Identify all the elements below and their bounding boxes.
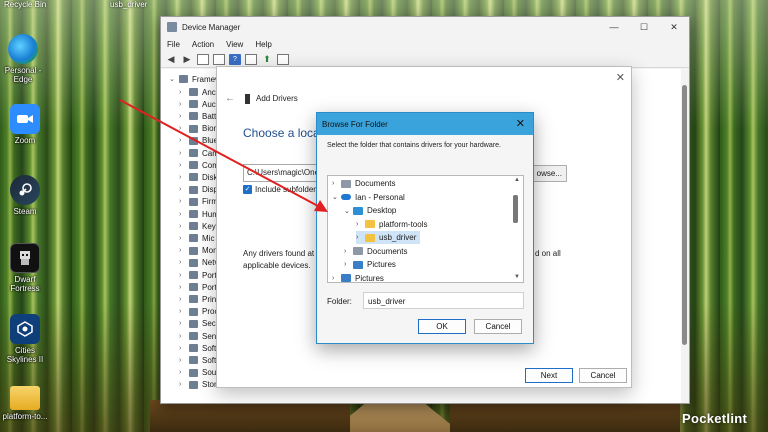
watermark: Pocketlint [682,411,748,426]
annotation-arrow [119,99,328,212]
